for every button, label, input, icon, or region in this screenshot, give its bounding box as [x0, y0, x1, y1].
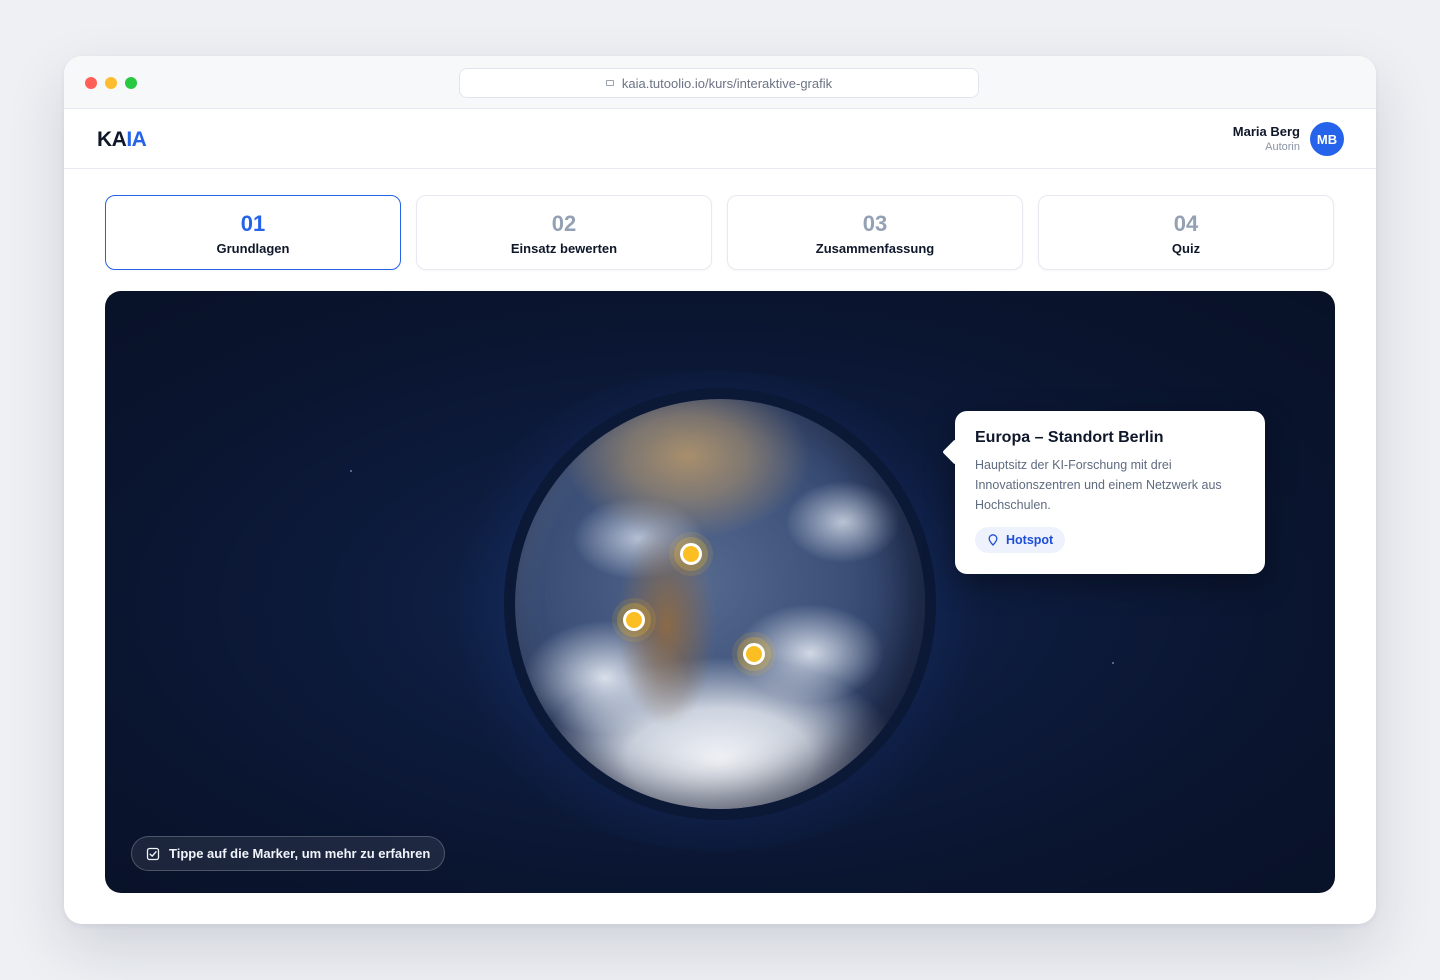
- app-header: KAIA Maria Berg Autorin MB: [64, 109, 1376, 169]
- checkbox-icon: [146, 847, 160, 860]
- hint-text: Tippe auf die Marker, um mehr zu erfahre…: [169, 846, 431, 861]
- step-label: Grundlagen: [216, 241, 290, 256]
- browser-window: kaia.tutoolio.io/kurs/interaktive-grafik…: [64, 56, 1376, 924]
- url-text: kaia.tutoolio.io/kurs/interaktive-grafik: [621, 75, 833, 91]
- window-controls: [85, 77, 137, 89]
- user-menu[interactable]: Maria Berg Autorin MB: [1233, 122, 1344, 156]
- logo-main: KA: [97, 128, 127, 151]
- hotspot-marker-3[interactable]: [743, 643, 765, 665]
- hotspot-marker-2[interactable]: [623, 609, 645, 631]
- logo[interactable]: KAIA: [97, 128, 147, 152]
- hotspot-popover: Europa – Standort Berlin Hauptsitz der K…: [955, 411, 1265, 574]
- user-info: Maria Berg Autorin: [1233, 124, 1300, 154]
- step-tab-quiz[interactable]: 04 Quiz: [1038, 195, 1334, 270]
- star: [350, 470, 352, 472]
- hotspot-marker-1[interactable]: [680, 543, 702, 565]
- maximize-window-button[interactable]: [125, 77, 137, 89]
- popover-title: Europa – Standort Berlin: [975, 429, 1164, 446]
- step-number: 03: [862, 211, 888, 236]
- step-number: 01: [240, 211, 266, 236]
- map-pin-icon: [988, 534, 998, 546]
- hotspot-badge: Hotspot: [975, 527, 1066, 553]
- earth-globe-image: [515, 399, 925, 809]
- step-label: Zusammenfassung: [815, 241, 935, 256]
- step-tab-einsatz-bewerten[interactable]: 02 Einsatz bewerten: [416, 195, 712, 270]
- step-number: 02: [551, 211, 577, 236]
- star: [1112, 662, 1114, 664]
- hotspot-badge-label: Hotspot: [1006, 533, 1054, 547]
- interactive-graphic-stage: Europa – Standort Berlin Hauptsitz der K…: [105, 291, 1335, 893]
- page-icon: [605, 80, 614, 86]
- minimize-window-button[interactable]: [105, 77, 117, 89]
- avatar[interactable]: MB: [1310, 122, 1344, 156]
- logo-accent: IA: [126, 128, 147, 151]
- user-name: Maria Berg: [1232, 124, 1300, 139]
- hint-pill: Tippe auf die Marker, um mehr zu erfahre…: [131, 836, 446, 871]
- step-number: 04: [1173, 211, 1199, 236]
- step-tab-zusammenfassung[interactable]: 03 Zusammenfassung: [727, 195, 1023, 270]
- step-navigation: 01 Grundlagen 02 Einsatz bewerten 03 Zus…: [105, 195, 1334, 270]
- browser-titlebar: kaia.tutoolio.io/kurs/interaktive-grafik: [64, 56, 1376, 109]
- step-label: Einsatz bewerten: [510, 241, 618, 256]
- step-tab-grundlagen[interactable]: 01 Grundlagen: [105, 195, 401, 270]
- address-bar[interactable]: kaia.tutoolio.io/kurs/interaktive-grafik: [459, 68, 979, 98]
- step-label: Quiz: [1171, 241, 1201, 256]
- popover-description: Hauptsitz der KI-Forschung mit drei Inno…: [975, 458, 1222, 512]
- close-window-button[interactable]: [85, 77, 97, 89]
- user-role: Autorin: [1265, 141, 1300, 153]
